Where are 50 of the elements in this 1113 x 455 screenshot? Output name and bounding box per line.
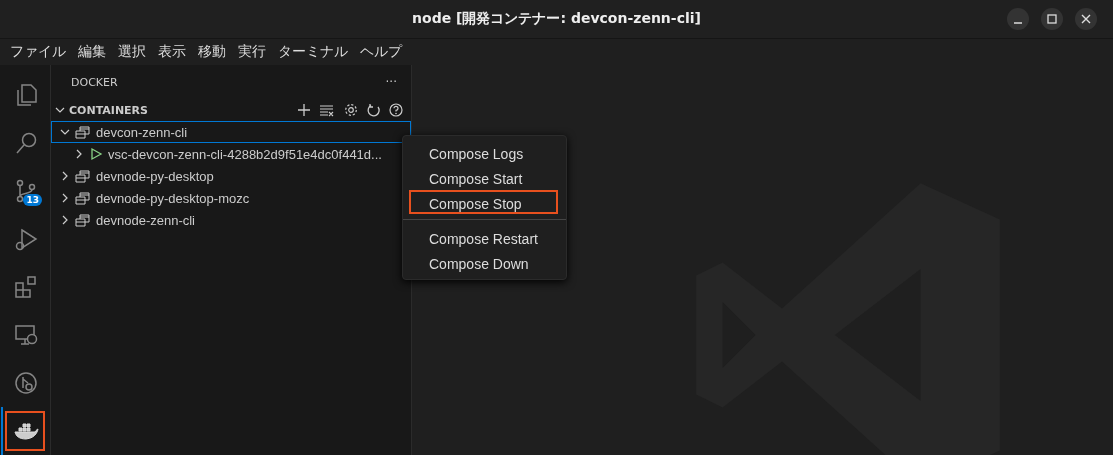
chevron-icon: [60, 215, 70, 225]
menu-item[interactable]: 実行: [232, 43, 272, 61]
run-debug-icon: [13, 226, 39, 252]
maximize-button[interactable]: [1041, 8, 1063, 30]
more-actions-button[interactable]: ···: [385, 75, 397, 89]
remote-explorer-icon: [13, 322, 39, 348]
tree-item[interactable]: vsc-devcon-zenn-cli-4288b2d9f51e4dc0f441d...: [51, 143, 411, 165]
chevron-icon: [74, 149, 84, 159]
chevron-icon: [60, 127, 70, 137]
menu-item[interactable]: 選択: [112, 43, 152, 61]
minimize-icon: [1013, 21, 1023, 24]
clear-list-icon[interactable]: [319, 103, 335, 117]
add-icon[interactable]: [297, 103, 311, 117]
tree-item[interactable]: devcon-zenn-cli: [51, 121, 411, 143]
container-group-icon: [75, 169, 91, 183]
container-group-icon: [75, 213, 91, 227]
help-icon[interactable]: [389, 103, 403, 117]
tree-item[interactable]: devnode-py-desktop-mozc: [51, 187, 411, 209]
maximize-icon: [1047, 14, 1057, 24]
section-header[interactable]: CONTAINERS: [55, 103, 148, 117]
play-icon: [89, 147, 103, 161]
close-icon: [1081, 14, 1091, 24]
extensions-icon: [13, 274, 39, 300]
menu-item[interactable]: Compose Restart: [409, 225, 558, 249]
chevron-icon: [60, 171, 70, 181]
activity-button[interactable]: 13: [1, 167, 49, 215]
tree-item[interactable]: devnode-py-desktop: [51, 165, 411, 187]
settings-icon[interactable]: [343, 102, 359, 118]
panel-title: DOCKER: [71, 75, 118, 89]
window-title: node [開発コンテナー: devcon-zenn-cli]: [412, 10, 701, 28]
chevron-icon: [55, 105, 65, 115]
chevron-icon: [60, 193, 70, 203]
search-icon: [13, 130, 39, 156]
tree-item[interactable]: devnode-zenn-cli: [51, 209, 411, 231]
menu-item[interactable]: ヘルプ: [354, 43, 408, 61]
menu-item[interactable]: Compose Logs: [409, 140, 558, 164]
menu-item[interactable]: 表示: [152, 43, 192, 61]
container-group-icon: [75, 125, 91, 139]
menu-item[interactable]: 移動: [192, 43, 232, 61]
close-button[interactable]: [1075, 8, 1097, 30]
menu-item[interactable]: ファイル: [4, 43, 72, 61]
menu-item[interactable]: Compose Stop: [409, 190, 558, 214]
notification-badge: 13: [23, 194, 42, 206]
menu-item[interactable]: ターミナル: [272, 43, 354, 61]
menu-item[interactable]: 編集: [72, 43, 112, 61]
menu-item[interactable]: Compose Down: [409, 250, 558, 274]
container-group-icon: [75, 191, 91, 205]
menu-item[interactable]: Compose Start: [409, 165, 558, 189]
minimize-button[interactable]: [1007, 8, 1029, 30]
refresh-icon[interactable]: [367, 103, 381, 117]
